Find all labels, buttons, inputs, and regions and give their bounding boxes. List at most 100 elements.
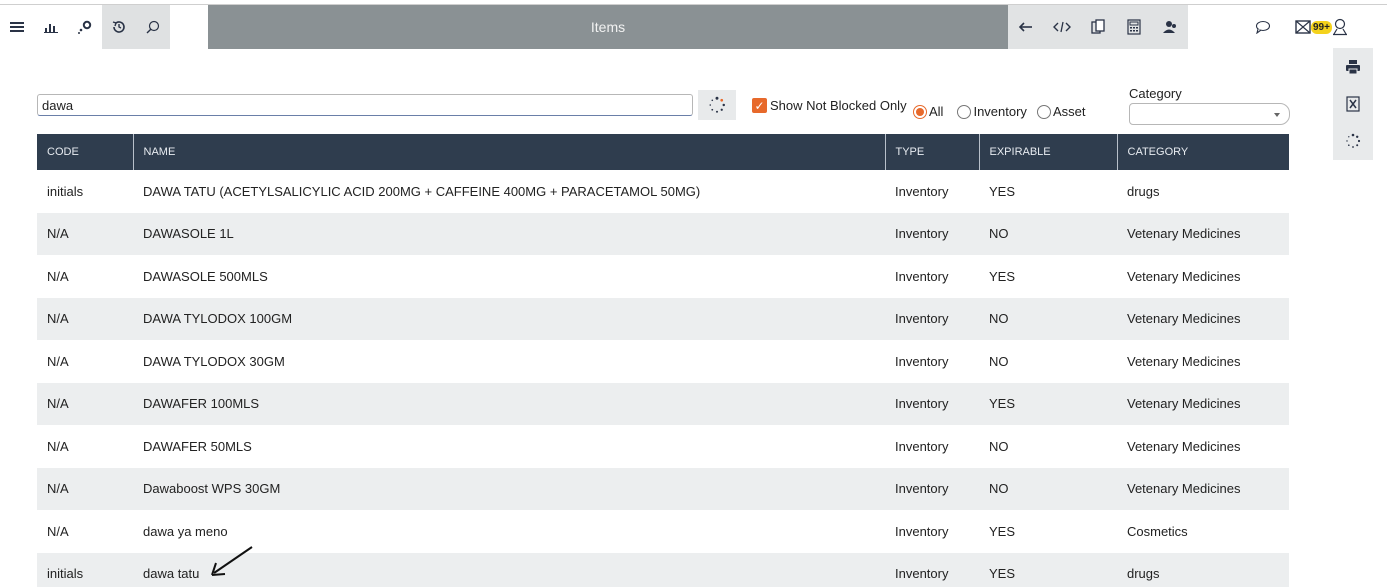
cell-name: DAWAFER 50MLS — [133, 425, 885, 468]
dots-icon[interactable] — [68, 5, 102, 49]
users-icon[interactable] — [1152, 5, 1188, 49]
toolbar-left — [0, 5, 170, 49]
category-select[interactable] — [1129, 103, 1290, 125]
bar-chart-icon[interactable] — [34, 5, 68, 49]
toolbar-far-right: 99+ — [1240, 5, 1348, 49]
search-icon[interactable] — [136, 5, 170, 49]
radio-asset-dot[interactable] — [1036, 104, 1051, 119]
radio-asset-label: Asset — [1052, 104, 1086, 119]
notification-badge: 99+ — [1311, 20, 1332, 34]
radio-inventory[interactable]: Inventory — [957, 104, 1027, 119]
history-icon[interactable] — [102, 5, 136, 49]
cell-expirable: YES — [979, 255, 1117, 298]
type-radio-group: All Inventory Asset — [913, 104, 1095, 119]
cell-name: DAWA TATU (ACETYLSALICYLIC ACID 200MG + … — [133, 170, 885, 213]
radio-asset[interactable]: Asset — [1036, 104, 1086, 119]
cell-category: Vetenary Medicines — [1117, 425, 1289, 468]
cell-code: N/A — [37, 297, 133, 340]
radio-all-label: All — [929, 104, 944, 119]
cell-expirable: NO — [979, 425, 1117, 468]
code-icon[interactable] — [1044, 5, 1080, 49]
table-row[interactable]: N/A DAWA TYLODOX 100GM Inventory NO Vete… — [37, 297, 1289, 340]
cell-type: Inventory — [885, 212, 979, 255]
cell-expirable: NO — [979, 297, 1117, 340]
search-spinner-button[interactable] — [698, 90, 736, 120]
cell-category: Cosmetics — [1117, 510, 1289, 553]
cell-category: Vetenary Medicines — [1117, 297, 1289, 340]
column-header-name[interactable]: NAME — [132, 134, 885, 170]
back-arrow-icon[interactable] — [1008, 5, 1044, 49]
table-row[interactable]: N/A DAWASOLE 1L Inventory NO Vetenary Me… — [37, 212, 1289, 255]
table-row[interactable]: N/A DAWAFER 50MLS Inventory NO Vetenary … — [37, 425, 1289, 468]
cell-name: DAWA TYLODOX 100GM — [133, 297, 885, 340]
table-row[interactable]: N/A DAWA TYLODOX 30GM Inventory NO Veten… — [37, 340, 1289, 383]
excel-icon[interactable] — [1333, 85, 1373, 122]
radio-inventory-dot[interactable] — [957, 104, 972, 119]
cell-category: Vetenary Medicines — [1117, 212, 1289, 255]
radio-inventory-label: Inventory — [973, 104, 1027, 119]
annotation-arrow-icon — [211, 546, 253, 576]
cell-category: drugs — [1117, 170, 1289, 213]
cell-expirable: YES — [979, 510, 1117, 553]
table-row[interactable]: initials DAWA TATU (ACETYLSALICYLIC ACID… — [37, 170, 1289, 213]
table-row[interactable]: N/A DAWASOLE 500MLS Inventory YES Vetena… — [37, 255, 1289, 298]
radio-all-dot[interactable] — [913, 104, 927, 119]
cell-expirable: YES — [979, 552, 1117, 587]
cell-type: Inventory — [885, 255, 979, 298]
cell-code: N/A — [37, 255, 133, 298]
show-not-blocked-checkbox[interactable]: ✓ Show Not Blocked Only — [752, 98, 907, 113]
copy-icon[interactable] — [1080, 5, 1116, 49]
cell-category: Vetenary Medicines — [1117, 382, 1289, 425]
cell-expirable: NO — [979, 212, 1117, 255]
cell-category: Vetenary Medicines — [1117, 340, 1289, 383]
cell-type: Inventory — [885, 467, 979, 510]
category-label: Category — [1129, 86, 1182, 101]
column-header-expirable[interactable]: EXPIRABLE — [978, 134, 1117, 170]
show-not-blocked-label: Show Not Blocked Only — [770, 98, 907, 113]
page-title: Items — [208, 5, 1008, 49]
menu-icon[interactable] — [0, 5, 34, 49]
cell-category: drugs — [1117, 552, 1289, 587]
chevron-down-icon — [1274, 113, 1280, 117]
cell-type: Inventory — [885, 382, 979, 425]
checkmark-icon[interactable]: ✓ — [752, 98, 767, 113]
user-icon[interactable] — [1332, 18, 1348, 36]
chat-icon[interactable] — [1245, 5, 1281, 49]
cell-code: initials — [37, 552, 133, 587]
cell-name: DAWASOLE 1L — [133, 212, 885, 255]
radio-all[interactable]: All — [913, 104, 943, 119]
column-header-code[interactable]: CODE — [37, 134, 133, 170]
search-input[interactable] — [37, 94, 693, 116]
cell-category: Vetenary Medicines — [1117, 255, 1289, 298]
table-row[interactable]: N/A Dawaboost WPS 30GM Inventory NO Vete… — [37, 467, 1289, 510]
cell-type: Inventory — [885, 340, 979, 383]
table-row[interactable]: N/A DAWAFER 100MLS Inventory YES Vetenar… — [37, 382, 1289, 425]
cell-name: DAWASOLE 500MLS — [133, 255, 885, 298]
column-header-category[interactable]: CATEGORY — [1116, 134, 1289, 170]
toolbar-history-group — [102, 5, 170, 49]
calculator-icon[interactable] — [1116, 5, 1152, 49]
spinner-icon[interactable] — [1333, 122, 1373, 159]
mail-icon[interactable] — [1295, 20, 1311, 34]
cell-code: N/A — [37, 382, 133, 425]
cell-code: N/A — [37, 467, 133, 510]
table-header-row: CODE NAME TYPE EXPIRABLE CATEGORY — [37, 134, 1289, 170]
cell-expirable: NO — [979, 467, 1117, 510]
cell-type: Inventory — [885, 170, 979, 213]
cell-name: DAWA TYLODOX 30GM — [133, 340, 885, 383]
cell-expirable: YES — [979, 170, 1117, 213]
cell-code: N/A — [37, 425, 133, 468]
cell-expirable: NO — [979, 340, 1117, 383]
print-icon[interactable] — [1333, 48, 1373, 85]
column-header-type[interactable]: TYPE — [884, 134, 979, 170]
notifications[interactable]: 99+ — [1295, 5, 1348, 49]
cell-type: Inventory — [885, 552, 979, 587]
cell-code: N/A — [37, 212, 133, 255]
top-bar: Items 99+ — [0, 4, 1387, 49]
toolbar-right — [1008, 5, 1188, 49]
cell-type: Inventory — [885, 510, 979, 553]
cell-code: N/A — [37, 340, 133, 383]
cell-type: Inventory — [885, 425, 979, 468]
cell-expirable: YES — [979, 382, 1117, 425]
cell-code: N/A — [37, 510, 133, 553]
